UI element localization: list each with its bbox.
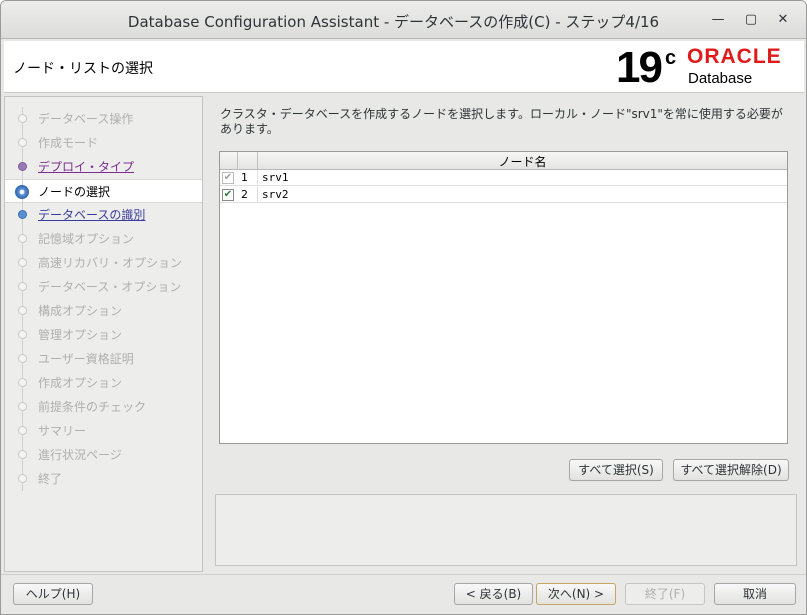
next-button[interactable]: 次へ(N) > <box>536 583 616 605</box>
step-indicator-icon <box>18 114 27 123</box>
step-label: 記憶域オプション <box>38 232 135 246</box>
window-title: Database Configuration Assistant - データベー… <box>127 13 660 31</box>
step-label: 管理オプション <box>38 328 123 342</box>
step-indicator-icon <box>18 378 27 387</box>
select-all-button[interactable]: すべて選択(S) <box>569 459 663 481</box>
logo-brand: ORACLE <box>687 45 782 68</box>
step-indicator-icon <box>18 474 27 483</box>
table-row[interactable]: ✔ 1 srv1 <box>220 170 787 186</box>
sidebar-step: 前提条件のチェック <box>5 395 202 419</box>
back-button[interactable]: < 戻る(B) <box>454 583 533 605</box>
sidebar-step: 記憶域オプション <box>5 227 202 251</box>
header-number-column <box>238 152 258 170</box>
step-indicator-icon <box>18 354 27 363</box>
step-label: 高速リカバリ・オプション <box>38 256 183 270</box>
step-list: データベース操作 作成モードデプロイ・タイプ ノードの選択データベースの識別 記憶域オ… <box>5 107 202 491</box>
sidebar-step: 作成モード <box>5 131 202 155</box>
cancel-button[interactable]: 取消 <box>714 583 796 605</box>
step-label: 進行状況ページ <box>38 448 122 462</box>
main-panel: クラスタ・データベースを作成するノードを選択します。ローカル・ノード"srv1"… <box>207 96 804 572</box>
step-label: サマリー <box>38 424 87 438</box>
table-header: ノード名 <box>220 152 787 170</box>
step-indicator-icon <box>18 330 27 339</box>
row-checkbox-srv1: ✔ <box>222 172 234 184</box>
row-number: 2 <box>238 187 258 203</box>
description-text: クラスタ・データベースを作成するノードを選択します。ローカル・ノード"srv1"… <box>220 107 783 136</box>
step-label: 構成オプション <box>38 304 123 318</box>
header-node-name: ノード名 <box>498 155 547 169</box>
step-label: 前提条件のチェック <box>38 400 147 414</box>
step-label: 終了 <box>38 472 63 486</box>
page-header: ノード・リストの選択 19 c ORACLE Database <box>4 41 804 93</box>
step-indicator-icon <box>18 234 27 243</box>
sidebar-step[interactable]: デプロイ・タイプ <box>5 155 202 179</box>
step-indicator-icon <box>15 185 29 199</box>
header-check-column <box>220 152 238 170</box>
sidebar-step: 管理オプション <box>5 323 202 347</box>
close-icon[interactable]: ✕ <box>773 10 793 30</box>
node-name: srv1 <box>262 171 289 184</box>
sidebar-step: サマリー <box>5 419 202 443</box>
node-table: ノード名 ✔ 1 srv1 ✔ 2 srv2 <box>219 151 788 444</box>
row-number: 1 <box>238 170 258 186</box>
step-indicator-icon <box>18 162 27 171</box>
sidebar-step: 構成オプション <box>5 299 202 323</box>
step-indicator-icon <box>18 258 27 267</box>
step-label: デプロイ・タイプ <box>38 160 135 174</box>
step-indicator-icon <box>18 450 27 459</box>
step-label: 作成オプション <box>38 376 123 390</box>
step-sidebar: データベース操作 作成モードデプロイ・タイプ ノードの選択データベースの識別 記憶域オ… <box>4 96 203 572</box>
step-label: 作成モード <box>38 136 99 150</box>
sidebar-step: 高速リカバリ・オプション <box>5 251 202 275</box>
step-label: データベースの識別 <box>38 208 146 222</box>
sidebar-step: 作成オプション <box>5 371 202 395</box>
step-label: データベース・オプション <box>38 280 182 294</box>
step-indicator-icon <box>18 306 27 315</box>
maximize-icon[interactable]: ▢ <box>741 10 761 30</box>
sidebar-step[interactable]: ノードの選択 <box>5 179 202 204</box>
logo-version: 19 <box>616 43 663 92</box>
row-checkbox-srv2[interactable]: ✔ <box>222 189 234 201</box>
sidebar-step: データベース・オプション <box>5 275 202 299</box>
footer-divider <box>1 574 806 575</box>
dbca-window: Database Configuration Assistant - データベー… <box>0 0 807 615</box>
node-name: srv2 <box>262 188 289 201</box>
page-title: ノード・リストの選択 <box>13 61 153 77</box>
message-panel <box>215 494 797 566</box>
title-bar: Database Configuration Assistant - データベー… <box>1 1 806 39</box>
logo-c: c <box>665 47 677 69</box>
sidebar-step: データベース操作 <box>5 107 202 131</box>
sidebar-step: 終了 <box>5 467 202 491</box>
step-label: データベース操作 <box>38 112 134 126</box>
deselect-all-button[interactable]: すべて選択解除(D) <box>673 459 789 481</box>
step-label: ノードの選択 <box>38 185 111 199</box>
logo-product: Database <box>688 70 753 87</box>
sidebar-step: 進行状況ページ <box>5 443 202 467</box>
step-indicator-icon <box>18 282 27 291</box>
sidebar-step[interactable]: データベースの識別 <box>5 203 202 227</box>
minimize-icon[interactable]: — <box>708 10 728 30</box>
finish-button[interactable]: 終了(F) <box>625 583 705 605</box>
step-label: ユーザー資格証明 <box>38 352 134 366</box>
step-indicator-icon <box>18 402 27 411</box>
step-indicator-icon <box>18 138 27 147</box>
table-row[interactable]: ✔ 2 srv2 <box>220 187 787 203</box>
help-button[interactable]: ヘルプ(H) <box>13 583 93 605</box>
step-indicator-icon <box>18 210 27 219</box>
step-indicator-icon <box>18 426 27 435</box>
sidebar-step: ユーザー資格証明 <box>5 347 202 371</box>
